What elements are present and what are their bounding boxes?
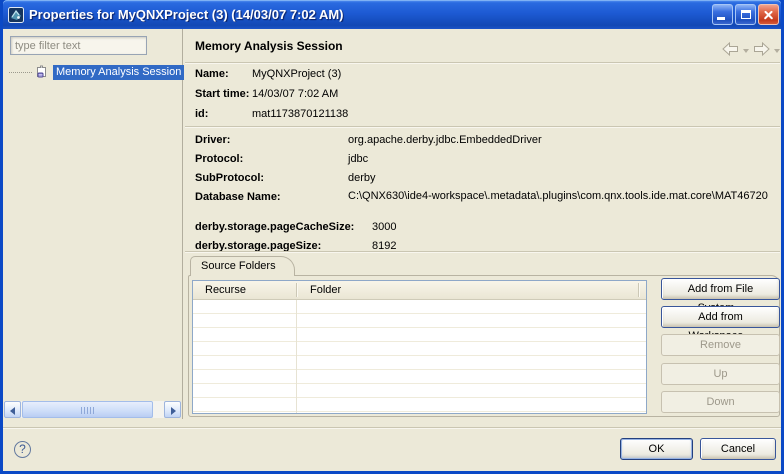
property-value: jdbc [348,153,368,165]
properties-dialog: Properties for MyQNXProject (3) (14/03/0… [0,0,784,474]
property-row-protocol: Protocol:jdbc [195,151,780,170]
back-arrow-icon[interactable] [721,42,740,57]
property-row-subprotocol: SubProtocol:derby [195,170,780,189]
tab-source-folders[interactable]: Source Folders [190,256,295,276]
scrollbar-track[interactable] [21,401,164,418]
help-icon: ? [19,442,26,456]
property-row-driver: Driver:org.apache.derby.jdbc.EmbeddedDri… [195,132,780,151]
property-value: mat1173870121138 [252,108,348,120]
scroll-right-icon [171,407,176,415]
property-label: id: [195,106,252,122]
column-separator[interactable] [296,283,297,297]
property-value: derby [348,172,376,184]
filter-input[interactable] [10,36,147,55]
property-value: C:\QNX630\ide4-workspace\.metadata\.plug… [348,189,780,204]
group-separator [185,126,780,128]
property-label: Start time: [195,86,252,102]
scroll-right-button[interactable] [164,401,181,418]
close-button[interactable] [758,4,779,25]
property-label: Protocol: [195,151,348,167]
page-title: Memory Analysis Session [195,39,343,53]
session-properties-group: Name:MyQNXProject (3) Start time:14/03/0… [195,66,348,126]
property-label: Database Name: [195,189,348,205]
source-folders-table[interactable]: Recurse Folder [192,280,647,414]
sidebar-horizontal-scrollbar[interactable] [4,401,181,418]
tree-connector [9,72,32,73]
property-value: 14/03/07 7:02 AM [252,88,338,100]
property-row-name: Name:MyQNXProject (3) [195,66,348,86]
property-value: org.apache.derby.jdbc.EmbeddedDriver [348,134,542,146]
button-bar-separator [3,427,781,429]
column-separator[interactable] [638,283,639,297]
property-value: 3000 [372,221,396,233]
tree-item-label: Memory Analysis Session [53,65,184,80]
property-value: MyQNXProject (3) [252,68,341,80]
history-navigation [721,42,780,57]
window-icon [8,7,24,23]
column-divider [296,300,297,413]
column-header-folder[interactable]: Folder [310,281,341,300]
cancel-button[interactable]: Cancel [700,438,776,460]
ok-button[interactable]: OK [620,438,693,460]
property-label: Name: [195,66,252,82]
back-menu-caret-icon[interactable] [743,49,749,53]
up-button[interactable]: Up [661,363,780,385]
property-row-start-time: Start time:14/03/07 7:02 AM [195,86,348,106]
memory-analysis-session-icon [34,64,50,80]
property-label: Driver: [195,132,348,148]
minimize-icon [717,17,725,20]
property-label: SubProtocol: [195,170,348,186]
header-separator [185,62,780,64]
database-properties-group: Driver:org.apache.derby.jdbc.EmbeddedDri… [195,132,780,220]
help-button[interactable]: ? [14,441,31,458]
property-row-page-size: derby.storage.pageSize:8192 [195,238,396,257]
close-icon [759,5,778,24]
minimize-button[interactable] [712,4,733,25]
table-header: Recurse Folder [193,281,646,300]
sidebar: Memory Analysis Session [3,29,183,419]
group-separator [185,251,780,253]
column-header-recurse[interactable]: Recurse [205,281,246,300]
maximize-button[interactable] [735,4,756,25]
add-from-workspace-button[interactable]: Add from Workspace... [661,306,780,328]
tree-item-memory-analysis-session[interactable]: Memory Analysis Session [9,63,184,81]
source-folders-panel: Recurse Folder Add from File System... A… [188,275,780,417]
forward-menu-caret-icon[interactable] [774,49,780,53]
scrollbar-grip-icon [81,407,95,414]
property-row-page-cache-size: derby.storage.pageCacheSize:3000 [195,219,396,238]
titlebar[interactable]: Properties for MyQNXProject (3) (14/03/0… [3,0,781,29]
window-controls [712,4,781,25]
table-body-empty[interactable] [193,300,646,413]
down-button[interactable]: Down [661,391,780,413]
maximize-icon [741,10,751,19]
scroll-left-icon [10,407,15,415]
property-label: derby.storage.pageCacheSize: [195,219,372,235]
window-title: Properties for MyQNXProject (3) (14/03/0… [29,7,344,22]
tab-label: Source Folders [201,260,276,272]
forward-arrow-icon[interactable] [752,42,771,57]
add-from-file-system-button[interactable]: Add from File System... [661,278,780,300]
property-row-id: id:mat1173870121138 [195,106,348,126]
scroll-left-button[interactable] [4,401,21,418]
dialog-content: Memory Analysis Session Memory Analysis … [3,29,781,471]
property-row-database-name: Database Name:C:\QNX630\ide4-workspace\.… [195,189,780,220]
scrollbar-thumb[interactable] [22,401,153,418]
remove-button[interactable]: Remove [661,334,780,356]
